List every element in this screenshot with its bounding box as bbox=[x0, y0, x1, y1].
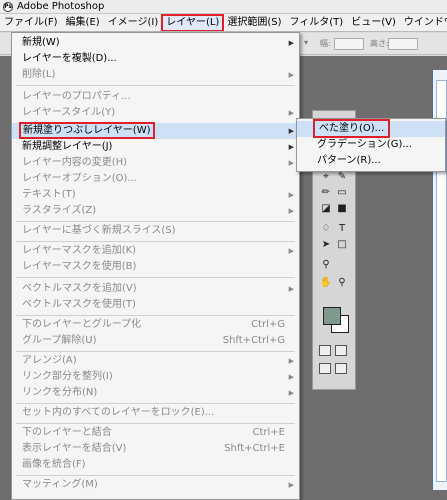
window-title: Adobe Photoshop bbox=[17, 1, 105, 12]
menu-item-duplicate-layer[interactable]: レイヤーを複製(D)... bbox=[12, 51, 299, 67]
menu-filter[interactable]: フィルタ(T) bbox=[285, 15, 347, 31]
menu-item-new-adjustment-layer[interactable]: 新規調整レイヤー(J) ▶ bbox=[12, 139, 299, 155]
separator bbox=[16, 315, 295, 316]
height-label: 高さ: bbox=[370, 39, 389, 48]
submenu-arrow-icon: ▶ bbox=[288, 481, 294, 489]
menu-window[interactable]: ウインドウ bbox=[400, 15, 447, 31]
menu-item-merge-down[interactable]: 下のレイヤーと結合 Ctrl+E bbox=[12, 425, 299, 441]
menu-item-enable-layer-mask[interactable]: レイヤーマスクを使用(B) bbox=[12, 259, 299, 275]
submenu-arrow-icon: ▶ bbox=[288, 373, 294, 381]
submenu-arrow-icon: ▶ bbox=[288, 389, 294, 397]
jump-to-icon[interactable] bbox=[335, 363, 347, 374]
submenu-arrow-icon: ▶ bbox=[288, 207, 294, 215]
hand-icon[interactable]: ✋ bbox=[319, 277, 333, 289]
separator bbox=[16, 475, 295, 476]
menu-item-enable-vector-mask[interactable]: ベクトルマスクを使用(T) bbox=[12, 297, 299, 313]
menu-item-flatten-image[interactable]: 画像を統合(F) bbox=[12, 457, 299, 473]
gradient-icon[interactable]: ■ bbox=[335, 203, 349, 215]
separator bbox=[16, 351, 295, 352]
quickmask-mode-icon[interactable] bbox=[335, 345, 347, 356]
submenu-arrow-icon: ▶ bbox=[288, 159, 294, 167]
menu-bar: ファイル(F) 編集(E) イメージ(I) レイヤー(L) 選択範囲(S) フィ… bbox=[0, 14, 447, 32]
separator bbox=[16, 241, 295, 242]
menu-file[interactable]: ファイル(F) bbox=[0, 15, 62, 31]
height-field[interactable] bbox=[388, 38, 418, 50]
menu-item-rasterize[interactable]: ラスタライズ(Z) ▶ bbox=[12, 203, 299, 219]
menu-item-new[interactable]: 新規(W) ▶ bbox=[12, 35, 299, 51]
menu-item-add-vector-mask[interactable]: ベクトルマスクを追加(V) ▶ bbox=[12, 281, 299, 297]
menu-item-lock-all-layers[interactable]: セット内のすべてのレイヤーをロック(E)... bbox=[12, 405, 299, 421]
menu-item-align-linked[interactable]: リンク部分を整列(I) ▶ bbox=[12, 369, 299, 385]
menu-item-arrange[interactable]: アレンジ(A) ▶ bbox=[12, 353, 299, 369]
menu-view[interactable]: ビュー(V) bbox=[347, 15, 400, 31]
eyedropper-icon[interactable]: ⚲ bbox=[319, 259, 333, 271]
pencil-icon[interactable]: ✏ bbox=[319, 187, 333, 199]
menu-edit[interactable]: 編集(E) bbox=[62, 15, 104, 31]
menu-item-text[interactable]: テキスト(T) ▶ bbox=[12, 187, 299, 203]
submenu-arrow-icon: ▶ bbox=[288, 109, 294, 117]
submenu-arrow-icon: ▶ bbox=[288, 247, 294, 255]
submenu-arrow-icon: ▶ bbox=[288, 357, 294, 365]
menu-layer[interactable]: レイヤー(L) bbox=[161, 14, 225, 31]
bucket-icon[interactable]: ◪ bbox=[319, 203, 333, 215]
width-field[interactable] bbox=[334, 38, 364, 50]
menu-item-new-layer-based-slice[interactable]: レイヤーに基づく新規スライス(S) bbox=[12, 223, 299, 239]
standard-mode-icon[interactable] bbox=[319, 345, 331, 356]
select-icon[interactable]: ➤ bbox=[319, 239, 333, 251]
separator bbox=[16, 85, 295, 86]
menu-item-layer-properties[interactable]: レイヤーのプロパティ... bbox=[12, 89, 299, 105]
photoshop-app-icon: Ps bbox=[3, 1, 13, 12]
title-bar: Ps Adobe Photoshop bbox=[0, 0, 447, 14]
menu-item-ungroup[interactable]: グループ解除(U) Shft+Ctrl+G bbox=[12, 333, 299, 349]
layer-menu-dropdown: 新規(W) ▶ レイヤーを複製(D)... 削除(L) ▶ レイヤーのプロパティ..… bbox=[11, 32, 300, 500]
submenu-arrow-icon: ▶ bbox=[288, 143, 294, 151]
type-icon[interactable]: T bbox=[335, 223, 349, 235]
menu-item-change-layer-content[interactable]: レイヤー内容の変更(H) ▶ bbox=[12, 155, 299, 171]
menu-item-merge-visible[interactable]: 表示レイヤーを結合(V) Shft+Ctrl+E bbox=[12, 441, 299, 457]
fill-layer-submenu: べた塗り(O)... グラデーション(G)... パターン(R)... bbox=[296, 118, 446, 172]
menu-item-group-with-previous[interactable]: 下のレイヤーとグループ化 Ctrl+G bbox=[12, 317, 299, 333]
brush-icon[interactable]: ✎ bbox=[335, 171, 349, 183]
menu-item-distribute-linked[interactable]: リンクを分布(N) ▶ bbox=[12, 385, 299, 401]
menu-image[interactable]: イメージ(I) bbox=[104, 15, 163, 31]
separator bbox=[16, 423, 295, 424]
eraser-icon[interactable]: ▭ bbox=[335, 187, 349, 199]
submenu-arrow-icon: ▶ bbox=[288, 285, 294, 293]
menu-select[interactable]: 選択範囲(S) bbox=[223, 15, 285, 31]
menu-item-new-fill-layer[interactable]: 新規塗りつぶしレイヤー(W) ▶ bbox=[12, 122, 299, 139]
screen-mode-icon[interactable] bbox=[319, 363, 331, 374]
separator bbox=[16, 403, 295, 404]
submenu-item-solid-color[interactable]: べた塗り(O)... bbox=[297, 119, 445, 138]
submenu-arrow-icon: ▶ bbox=[288, 71, 294, 79]
zoom-icon[interactable]: ⚲ bbox=[335, 277, 349, 289]
submenu-arrow-icon: ▶ bbox=[288, 39, 294, 47]
move-icon[interactable]: ⌖ bbox=[319, 171, 333, 183]
foreground-color-swatch[interactable] bbox=[323, 307, 341, 325]
shape-icon[interactable]: □ bbox=[335, 239, 349, 251]
submenu-item-pattern[interactable]: パターン(R)... bbox=[297, 153, 445, 169]
menu-item-layer-options[interactable]: レイヤーオプション(O)... bbox=[12, 171, 299, 187]
pen-icon[interactable]: ♢ bbox=[319, 223, 333, 235]
submenu-item-gradient[interactable]: グラデーション(G)... bbox=[297, 137, 445, 153]
width-label: 幅: bbox=[320, 39, 331, 48]
menu-item-layer-style[interactable]: レイヤースタイル(Y) ▶ bbox=[12, 105, 299, 121]
menu-item-add-layer-mask[interactable]: レイヤーマスクを追加(K) ▶ bbox=[12, 243, 299, 259]
separator bbox=[16, 221, 295, 222]
arrow-down-icon[interactable]: ▾ bbox=[304, 38, 308, 47]
submenu-arrow-icon: ▶ bbox=[288, 127, 294, 135]
menu-item-delete[interactable]: 削除(L) ▶ bbox=[12, 67, 299, 83]
separator bbox=[16, 277, 295, 278]
submenu-arrow-icon: ▶ bbox=[288, 191, 294, 199]
menu-item-matting[interactable]: マッティング(M) ▶ bbox=[12, 477, 299, 493]
